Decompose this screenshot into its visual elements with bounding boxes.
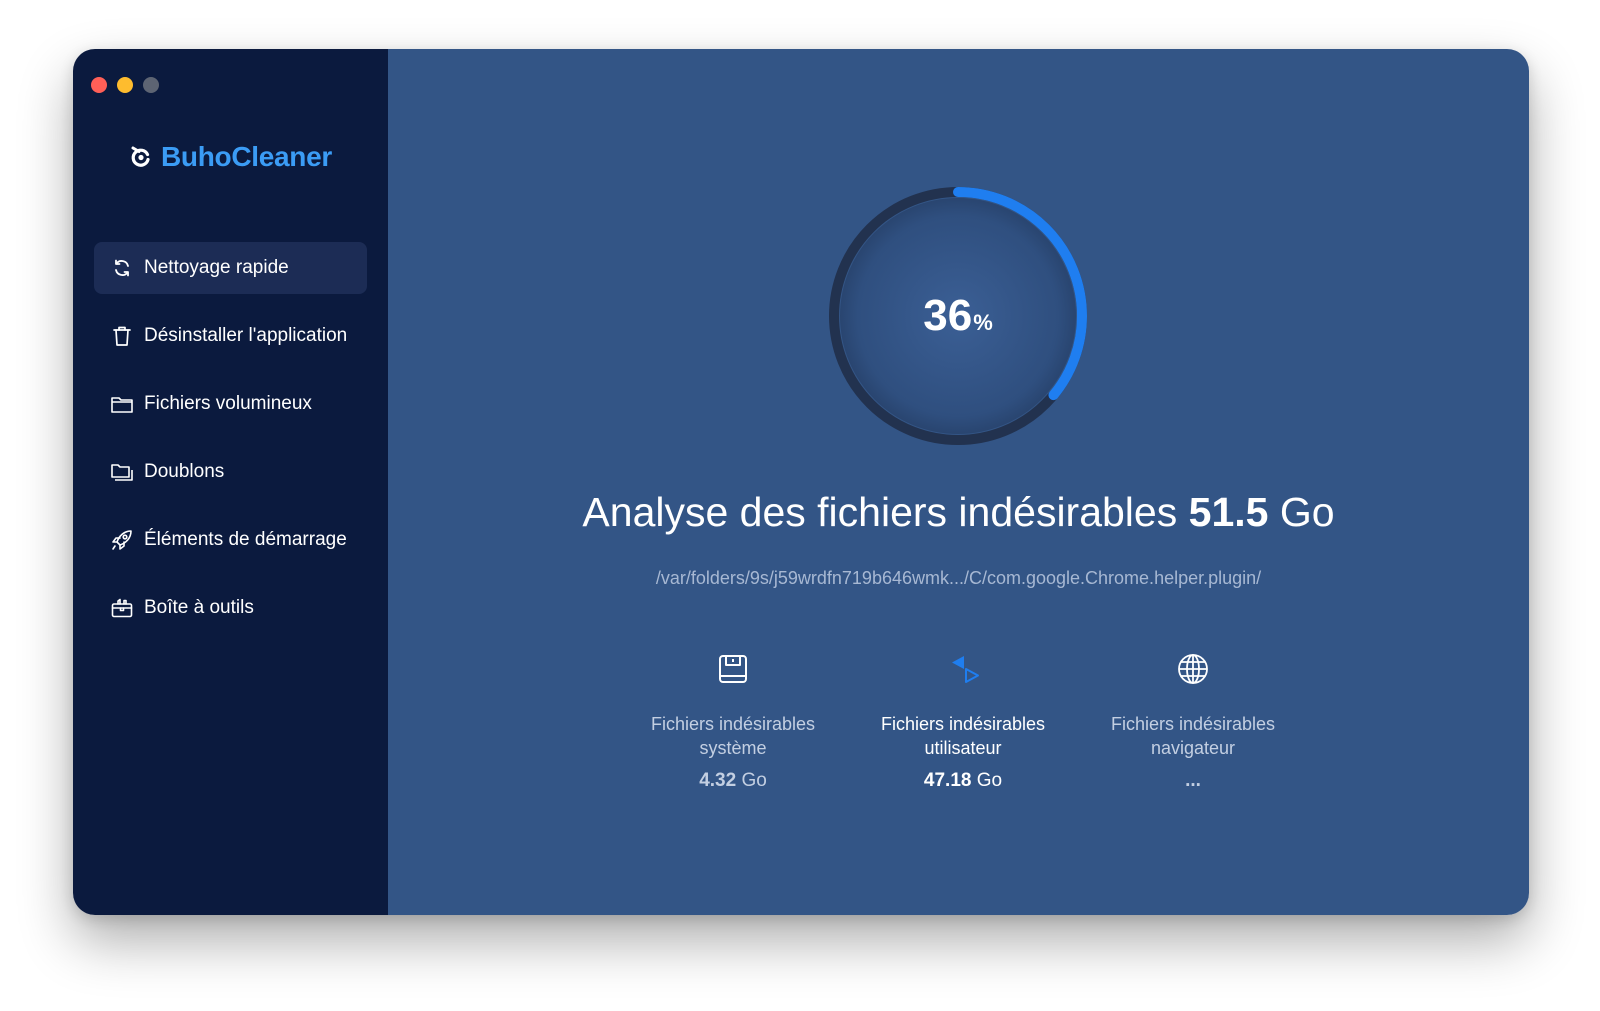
- sidebar-item-boite-outils[interactable]: Boîte à outils: [94, 582, 367, 634]
- category-label-line1: Fichiers indésirables: [880, 714, 1046, 734]
- sidebar-nav: Nettoyage rapide Désinstaller l'applicat…: [94, 242, 367, 650]
- app-window: BuhoCleaner Nettoyage rapide Désinstalle…: [73, 49, 1529, 915]
- folder-icon: [110, 392, 134, 416]
- current-scan-path: /var/folders/9s/j59wrdfn719b646wmk.../C/…: [655, 568, 1262, 588]
- scan-total-size: 51.5: [1188, 489, 1269, 535]
- category-size: 4.32 Go: [699, 770, 767, 792]
- zoom-window-button[interactable]: [143, 77, 159, 93]
- category-size-number: 4.32: [699, 770, 737, 791]
- sidebar-item-label: Désinstaller l'application: [144, 325, 348, 346]
- sidebar-item-label: Nettoyage rapide: [144, 257, 289, 278]
- category-size-unit: Go: [976, 770, 1003, 791]
- category-user-junk: Fichiers indésirables utilisateur 47.18 …: [848, 650, 1078, 792]
- sidebar-item-label: Boîte à outils: [144, 597, 254, 618]
- category-browser-junk: Fichiers indésirables navigateur ...: [1078, 650, 1308, 792]
- sidebar-item-doublons[interactable]: Doublons: [94, 446, 367, 498]
- minimize-window-button[interactable]: [117, 77, 133, 93]
- progress-percent-symbol: %: [973, 310, 993, 335]
- category-label-line1: Fichiers indésirables: [1110, 714, 1276, 734]
- sidebar-item-nettoyage-rapide[interactable]: Nettoyage rapide: [94, 242, 367, 294]
- progress-percent: 36%: [824, 182, 1092, 450]
- rocket-icon: [110, 528, 134, 552]
- main-panel: 36% Analyse des fichiers indésirables 51…: [388, 49, 1529, 915]
- progress-percent-value: 36: [923, 291, 973, 340]
- category-label: Fichiers indésirables utilisateur: [881, 712, 1045, 760]
- category-size-number: ...: [1185, 770, 1201, 791]
- category-label-line2: utilisateur: [924, 738, 1002, 758]
- scan-progress-ring: 36%: [824, 182, 1092, 450]
- sidebar-item-label: Doublons: [144, 461, 225, 482]
- app-name: BuhoCleaner: [161, 141, 332, 172]
- trash-icon: [110, 324, 134, 348]
- category-size-unit: Go: [741, 770, 767, 791]
- sidebar: BuhoCleaner Nettoyage rapide Désinstalle…: [73, 49, 388, 915]
- close-window-button[interactable]: [91, 77, 107, 93]
- globe-icon: [1174, 650, 1212, 688]
- duplicate-folder-icon: [110, 460, 134, 484]
- sidebar-item-fichiers-volumineux[interactable]: Fichiers volumineux: [94, 378, 367, 430]
- buho-logo-icon: [131, 146, 150, 167]
- category-system-junk: Fichiers indésirables système 4.32 Go: [618, 650, 848, 792]
- category-label-line1: Fichiers indésirables: [650, 714, 816, 734]
- category-size-number: 47.18: [923, 770, 972, 791]
- disk-icon: [714, 650, 752, 688]
- scan-title: Analyse des fichiers indésirables 51.5 G…: [388, 489, 1529, 536]
- sidebar-item-label: Éléments de démarrage: [144, 529, 347, 550]
- sidebar-item-label: Fichiers volumineux: [144, 393, 312, 414]
- category-size: ...: [1185, 770, 1201, 792]
- toolbox-icon: [110, 596, 134, 620]
- category-label-line2: système: [699, 738, 767, 758]
- category-label: Fichiers indésirables système: [651, 712, 815, 760]
- category-size: 47.18 Go: [924, 770, 1002, 792]
- sidebar-item-elements-demarrage[interactable]: Éléments de démarrage: [94, 514, 367, 566]
- junk-categories: Fichiers indésirables système 4.32 Go Fi…: [618, 650, 1308, 792]
- refresh-icon: [110, 256, 134, 280]
- window-controls: [91, 77, 159, 93]
- user-files-icon: [944, 650, 982, 688]
- app-logo: BuhoCleaner: [73, 141, 388, 173]
- scan-total-unit: Go: [1279, 489, 1335, 535]
- sidebar-item-desinstaller[interactable]: Désinstaller l'application: [94, 310, 367, 362]
- category-label: Fichiers indésirables navigateur: [1111, 712, 1275, 760]
- scan-title-text: Analyse des fichiers indésirables: [582, 489, 1178, 535]
- category-label-line2: navigateur: [1150, 738, 1236, 758]
